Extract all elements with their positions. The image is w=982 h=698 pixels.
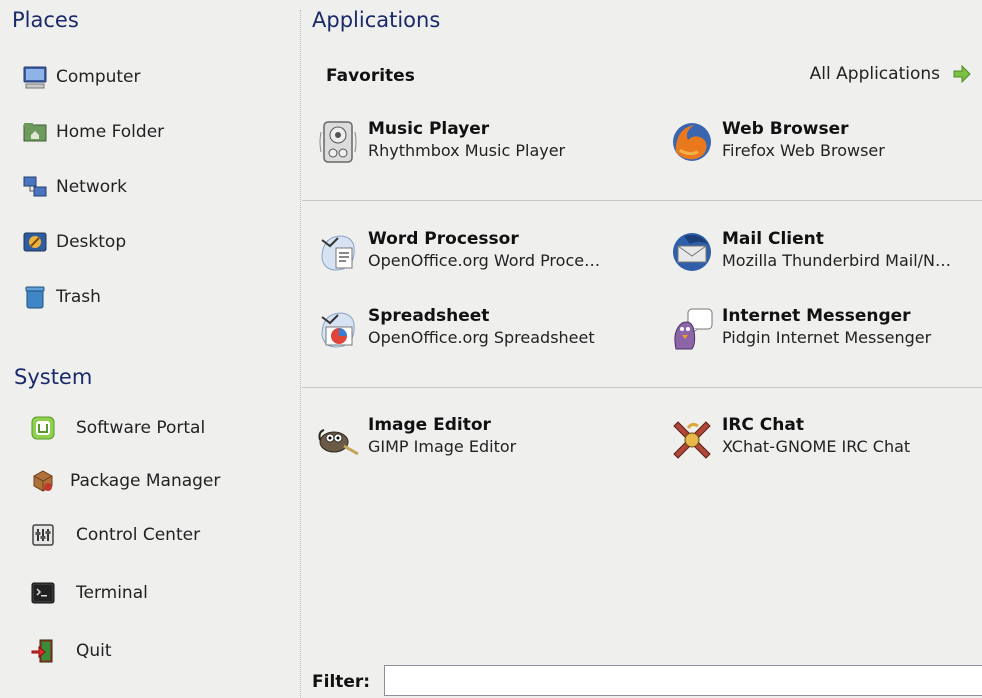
places-item-trash[interactable]: Trash (22, 277, 101, 317)
app-description: OpenOffice.org Spreadsheet (368, 328, 595, 347)
app-name: Image Editor (368, 415, 491, 435)
software-portal-icon (30, 415, 56, 441)
home-folder-icon (22, 119, 48, 145)
spreadsheet-icon (316, 307, 360, 351)
system-item-label: Package Manager (70, 471, 221, 491)
computer-icon (22, 64, 48, 90)
arrow-right-icon (952, 65, 972, 83)
places-item-label: Network (56, 177, 127, 197)
applications-title: Applications (312, 8, 441, 32)
app-description: Firefox Web Browser (722, 141, 885, 160)
app-irc-chat[interactable]: IRC Chat XChat-GNOME IRC Chat (670, 414, 910, 460)
system-item-terminal[interactable]: Terminal (30, 573, 148, 613)
places-item-network[interactable]: Network (22, 167, 127, 207)
package-manager-icon (30, 468, 56, 494)
favorites-label: Favorites (326, 66, 415, 86)
places-item-label: Trash (56, 287, 101, 307)
app-description: XChat-GNOME IRC Chat (722, 437, 911, 456)
app-web-browser[interactable]: Web Browser Firefox Web Browser (670, 118, 885, 164)
desktop-icon (22, 229, 48, 255)
app-mail-client[interactable]: Mail Client Mozilla Thunderbird Mail/N… (670, 228, 951, 274)
app-image-editor[interactable]: Image Editor GIMP Image Editor (316, 414, 516, 460)
separator (302, 200, 982, 201)
internet-messenger-icon (670, 307, 714, 351)
all-applications-label: All Applications (809, 64, 940, 84)
mail-client-icon (670, 230, 714, 274)
terminal-icon (30, 580, 56, 606)
left-panel: Places Computer Home Folder Network Desk… (0, 0, 300, 698)
places-title: Places (12, 8, 79, 32)
all-applications-button[interactable]: All Applications (810, 64, 972, 84)
applications-panel: Applications Favorites All Applications … (302, 0, 982, 698)
system-item-label: Control Center (76, 525, 201, 545)
network-icon (22, 174, 48, 200)
system-item-software-portal[interactable]: Software Portal (30, 408, 205, 448)
image-editor-icon (316, 416, 360, 460)
quit-icon (30, 638, 56, 664)
music-player-icon (316, 120, 360, 164)
app-name: Word Processor (368, 229, 519, 249)
places-item-label: Home Folder (56, 122, 165, 142)
system-item-quit[interactable]: Quit (30, 631, 112, 671)
places-item-label: Computer (56, 67, 141, 87)
app-description: Rhythmbox Music Player (368, 141, 566, 160)
control-center-icon (30, 522, 56, 548)
app-name: IRC Chat (722, 415, 804, 435)
trash-icon (22, 284, 48, 310)
web-browser-icon (670, 120, 714, 164)
system-item-control-center[interactable]: Control Center (30, 515, 200, 555)
word-processor-icon (316, 230, 360, 274)
places-item-label: Desktop (56, 232, 127, 252)
irc-chat-icon (670, 416, 714, 460)
app-name: Mail Client (722, 229, 824, 249)
system-item-label: Terminal (76, 583, 148, 603)
places-item-home-folder[interactable]: Home Folder (22, 112, 164, 152)
system-item-package-manager[interactable]: Package Manager (30, 461, 220, 501)
column-divider (300, 10, 301, 698)
app-description: GIMP Image Editor (368, 437, 517, 456)
filter-label: Filter: (312, 672, 371, 692)
system-item-label: Software Portal (76, 418, 206, 438)
system-title: System (14, 365, 93, 389)
app-description: Pidgin Internet Messenger (722, 328, 932, 347)
app-name: Web Browser (722, 119, 849, 139)
app-description: OpenOffice.org Word Proce… (368, 251, 601, 270)
separator (302, 387, 982, 388)
app-spreadsheet[interactable]: Spreadsheet OpenOffice.org Spreadsheet (316, 305, 595, 351)
app-name: Internet Messenger (722, 306, 911, 326)
app-music-player[interactable]: Music Player Rhythmbox Music Player (316, 118, 565, 164)
app-internet-messenger[interactable]: Internet Messenger Pidgin Internet Messe… (670, 305, 931, 351)
app-name: Music Player (368, 119, 490, 139)
system-item-label: Quit (76, 641, 112, 661)
places-item-desktop[interactable]: Desktop (22, 222, 126, 262)
filter-input[interactable] (384, 665, 982, 696)
app-name: Spreadsheet (368, 306, 490, 326)
places-item-computer[interactable]: Computer (22, 57, 141, 97)
app-word-processor[interactable]: Word Processor OpenOffice.org Word Proce… (316, 228, 600, 274)
app-description: Mozilla Thunderbird Mail/N… (722, 251, 951, 270)
